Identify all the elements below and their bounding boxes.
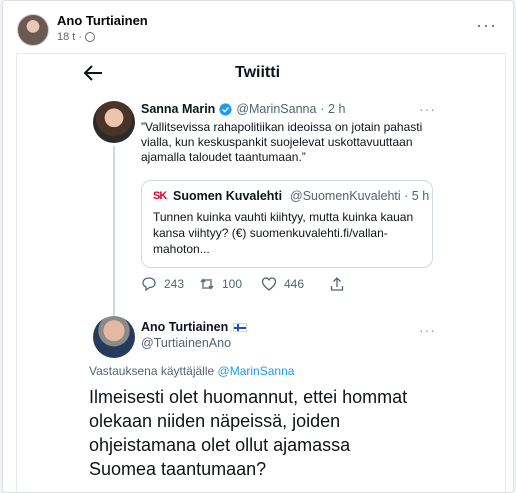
reply-tweet-text: Ilmeisesti olet huomannut, ettei hommat … (89, 387, 408, 479)
like-count: 446 (284, 277, 305, 291)
reply-tweet-author-name: Ano Turtiainen (141, 320, 229, 334)
reply-count: 243 (164, 277, 185, 291)
arrow-left-icon (83, 65, 102, 81)
post-meta: 18 t · (57, 31, 96, 43)
original-tweet-more-icon: ··· (419, 101, 436, 117)
post-more-options-button[interactable]: ··· (476, 15, 497, 36)
reply-tweet-author: Ano Turtiainen (141, 320, 248, 334)
post-author-avatar[interactable] (17, 14, 49, 46)
original-tweet-handle: @MarinSanna (236, 102, 317, 116)
share-action (329, 276, 345, 292)
reply-action: 243 (141, 276, 184, 292)
tweet-actions-bar: 243 100 446 (141, 276, 381, 294)
heart-icon (261, 277, 277, 291)
original-tweet-header: Sanna Marin @MarinSanna · 2 h (141, 102, 345, 116)
share-icon (330, 277, 344, 291)
original-tweet-author-name: Sanna Marin (141, 102, 216, 116)
verified-badge-icon (219, 102, 232, 116)
like-action: 446 (261, 276, 304, 292)
facebook-post-card: Ano Turtiainen 18 t · ··· Twiitti Sanna … (2, 0, 514, 493)
retweet-action: 100 (199, 276, 242, 292)
replying-to-line: Vastauksena käyttäjälle @MarinSanna (89, 364, 294, 378)
original-tweet-text: ”Vallitsevissa rahapolitiikan ideoissa o… (141, 120, 423, 164)
quoted-tweet-author-name: Suomen Kuvalehti (173, 189, 283, 203)
replying-to-prefix: Vastauksena käyttäjälle (89, 364, 215, 378)
retweet-icon (200, 278, 214, 290)
original-tweet-time: · 2 h (320, 102, 346, 116)
finland-flag-icon (233, 322, 248, 332)
post-time[interactable]: 18 t (57, 31, 75, 43)
thread-connector-line (113, 146, 115, 318)
retweet-count: 100 (222, 277, 243, 291)
quoted-tweet-handle: @SuomenKuvalehti · 5 h (290, 189, 430, 203)
globe-icon (85, 32, 96, 42)
suomen-kuvalehti-logo: SK (153, 190, 167, 202)
reply-tweet-handle: @TurtiainenAno (141, 336, 232, 350)
meta-separator: · (78, 31, 83, 43)
screenshot-page-title: Twiitti (235, 64, 281, 81)
replying-to-mention: @MarinSanna (217, 364, 295, 378)
tweet-screenshot-image[interactable]: Twiitti Sanna Marin @MarinSanna · 2 h ··… (16, 53, 506, 492)
quoted-tweet-text: Tunnen kuinka vauhti kiihtyy, mutta kuin… (153, 210, 414, 256)
reply-icon (142, 277, 156, 292)
ano-turtiainen-avatar (93, 316, 135, 358)
reply-tweet-more-icon: ··· (419, 322, 436, 338)
quoted-tweet-card: SK Suomen Kuvalehti @SuomenKuvalehti · 5… (141, 180, 433, 268)
post-author-name[interactable]: Ano Turtiainen (57, 13, 148, 28)
sanna-marin-avatar (93, 101, 135, 143)
